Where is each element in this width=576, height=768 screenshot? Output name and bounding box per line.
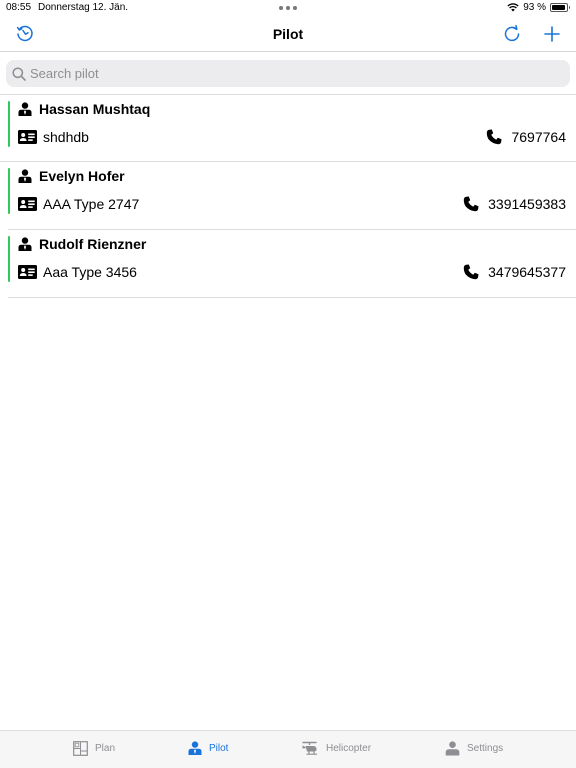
id-card-icon	[18, 197, 37, 211]
active-indicator	[8, 101, 10, 147]
pilot-phone: 3479645377	[488, 264, 566, 280]
phone-icon	[487, 129, 502, 145]
tab-plan[interactable]: Plan	[73, 741, 115, 756]
status-date: Donnerstag 12. Jän.	[38, 2, 129, 13]
plan-icon	[73, 741, 88, 756]
search-icon	[12, 66, 26, 81]
refresh-button[interactable]	[501, 23, 523, 45]
settings-icon	[445, 741, 460, 756]
tab-helicopter-label: Helicopter	[326, 743, 372, 754]
pilot-icon	[18, 236, 32, 251]
add-icon	[544, 26, 560, 42]
pilot-license: AAA Type 2747	[43, 196, 140, 212]
pilot-list: Hassan Mushtaq shdhdb 7697764 Evelyn Hof…	[0, 94, 576, 298]
pilot-name: Hassan Mushtaq	[39, 101, 151, 117]
pilot-phone: 7697764	[511, 129, 566, 145]
id-card-icon	[18, 130, 37, 144]
refresh-icon	[504, 24, 520, 42]
pilot-row[interactable]: Hassan Mushtaq shdhdb 7697764	[0, 94, 576, 162]
tab-helicopter[interactable]: Helicopter	[302, 741, 371, 756]
tab-pilot-label: Pilot	[209, 743, 229, 754]
helicopter-icon	[302, 741, 318, 755]
search-input[interactable]	[30, 66, 550, 81]
status-right: 93 %	[507, 2, 570, 13]
tab-bar: Plan Pilot Helicopter Settings	[0, 730, 576, 768]
active-indicator	[8, 168, 10, 214]
multitasking-dots-icon[interactable]	[279, 6, 297, 10]
pilot-license: shdhdb	[43, 129, 89, 145]
battery-icon	[550, 3, 570, 12]
active-indicator	[8, 236, 10, 282]
status-time: 08:55	[6, 2, 32, 13]
phone-icon	[463, 196, 479, 212]
tab-settings-label: Settings	[467, 743, 504, 754]
pilot-license: Aaa Type 3456	[43, 264, 137, 280]
battery-percent: 93 %	[523, 2, 546, 13]
search-bar[interactable]	[6, 60, 570, 87]
phone-icon	[463, 264, 479, 280]
id-card-icon	[18, 265, 37, 279]
pilot-name: Rudolf Rienzner	[39, 236, 147, 252]
pilot-icon	[18, 168, 32, 183]
pilot-phone: 3391459383	[488, 196, 566, 212]
pilot-icon	[18, 101, 32, 116]
pilot-icon	[188, 741, 202, 755]
pilot-row[interactable]: Evelyn Hofer AAA Type 2747 3391459383	[8, 162, 576, 230]
navigation-bar: Pilot	[0, 16, 576, 52]
add-pilot-button[interactable]	[541, 23, 563, 45]
status-bar: 08:55 Donnerstag 12. Jän. 93 %	[0, 0, 576, 16]
wifi-icon	[507, 3, 519, 12]
pilot-row[interactable]: Rudolf Rienzner Aaa Type 3456 3479645377	[8, 230, 576, 298]
tab-settings[interactable]: Settings	[445, 741, 503, 756]
page-title: Pilot	[272, 26, 304, 42]
tab-plan-label: Plan	[95, 743, 116, 754]
tab-pilot[interactable]: Pilot	[188, 741, 228, 756]
pilot-name: Evelyn Hofer	[39, 168, 125, 184]
